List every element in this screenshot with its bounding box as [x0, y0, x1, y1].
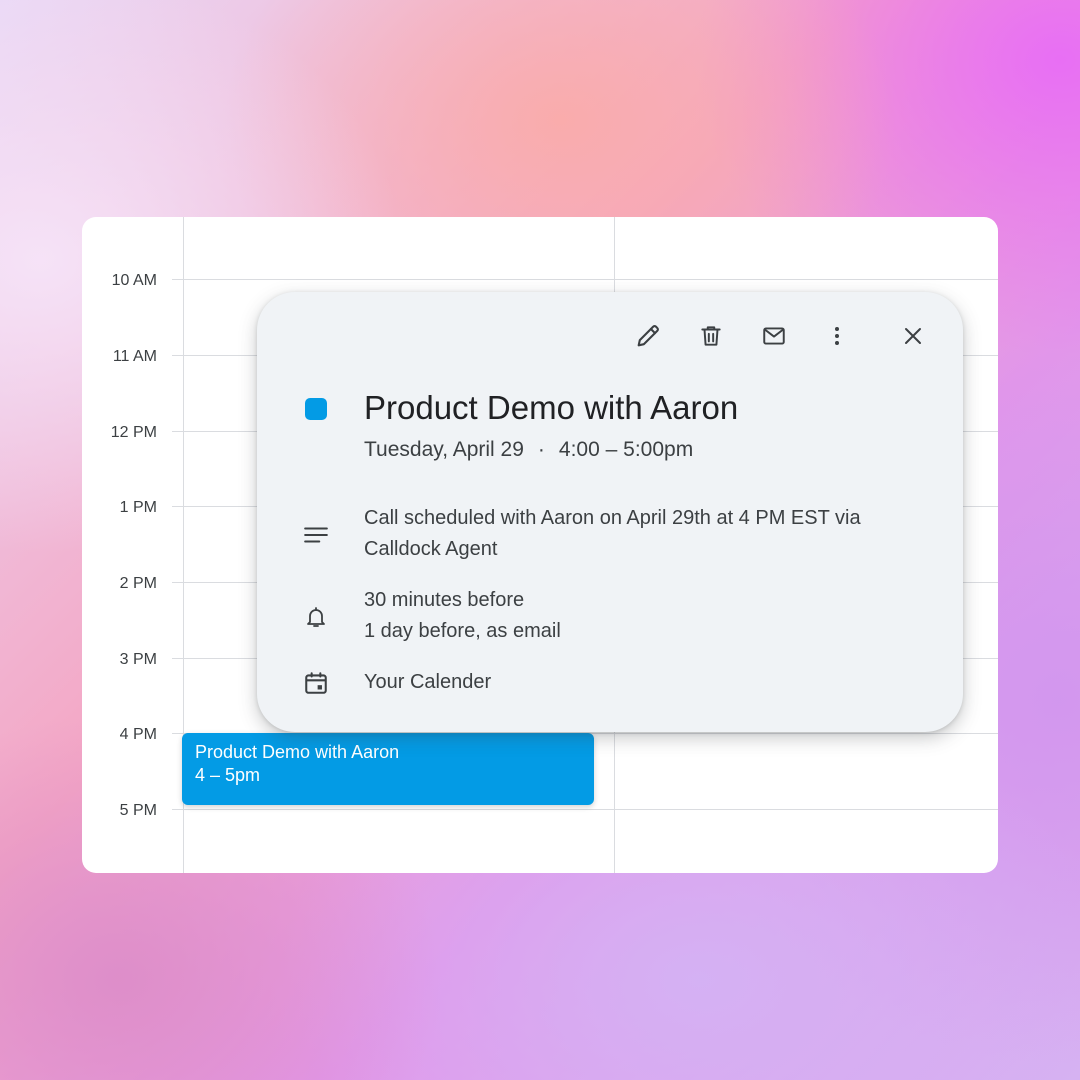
event-block-product-demo[interactable]: Product Demo with Aaron 4 – 5pm	[182, 733, 594, 805]
event-time: 4:00 – 5:00pm	[558, 438, 694, 461]
hour-label-3pm: 3 PM	[119, 651, 157, 668]
hour-label-11am: 11 AM	[112, 348, 157, 365]
delete-event-button[interactable]	[693, 318, 729, 354]
event-description: Call scheduled with Aaron on April 29th …	[364, 507, 861, 560]
mail-icon	[759, 323, 789, 349]
close-popup-button[interactable]	[895, 318, 931, 354]
event-details-popup: Product Demo with Aaron Tuesday, April 2…	[257, 292, 963, 732]
event-date-time: Tuesday, April 29 · 4:00 – 5:00pm	[364, 436, 693, 464]
reminder-item: 1 day before, as email	[364, 620, 561, 642]
close-icon	[901, 324, 925, 348]
email-guests-button[interactable]	[756, 318, 792, 354]
more-options-button[interactable]	[819, 318, 855, 354]
reminder-item: 30 minutes before	[364, 589, 525, 611]
event-title: Product Demo with Aaron	[364, 389, 739, 426]
bell-icon	[301, 602, 331, 632]
edit-event-button[interactable]	[630, 318, 666, 354]
event-block-title: Product Demo with Aaron	[195, 742, 400, 762]
more-vertical-icon	[825, 322, 849, 350]
pencil-icon	[634, 322, 662, 350]
date-time-separator: ·	[537, 438, 545, 461]
event-date: Tuesday, April 29	[364, 438, 524, 461]
event-color-chip	[305, 398, 327, 420]
hour-label-1pm: 1 PM	[119, 499, 157, 516]
event-block-time: 4 – 5pm	[195, 765, 261, 785]
trash-icon	[698, 322, 724, 350]
hour-line	[172, 279, 998, 280]
description-icon	[301, 520, 331, 550]
hour-label-10am: 10 AM	[111, 272, 157, 289]
calendar-icon	[301, 668, 331, 698]
hour-label-2pm: 2 PM	[119, 575, 157, 592]
hour-line	[172, 809, 998, 810]
hour-label-4pm: 4 PM	[119, 726, 157, 743]
calendar-name: Your Calender	[364, 671, 492, 693]
hour-label-12pm: 12 PM	[110, 424, 157, 441]
hour-label-5pm: 5 PM	[119, 802, 157, 819]
